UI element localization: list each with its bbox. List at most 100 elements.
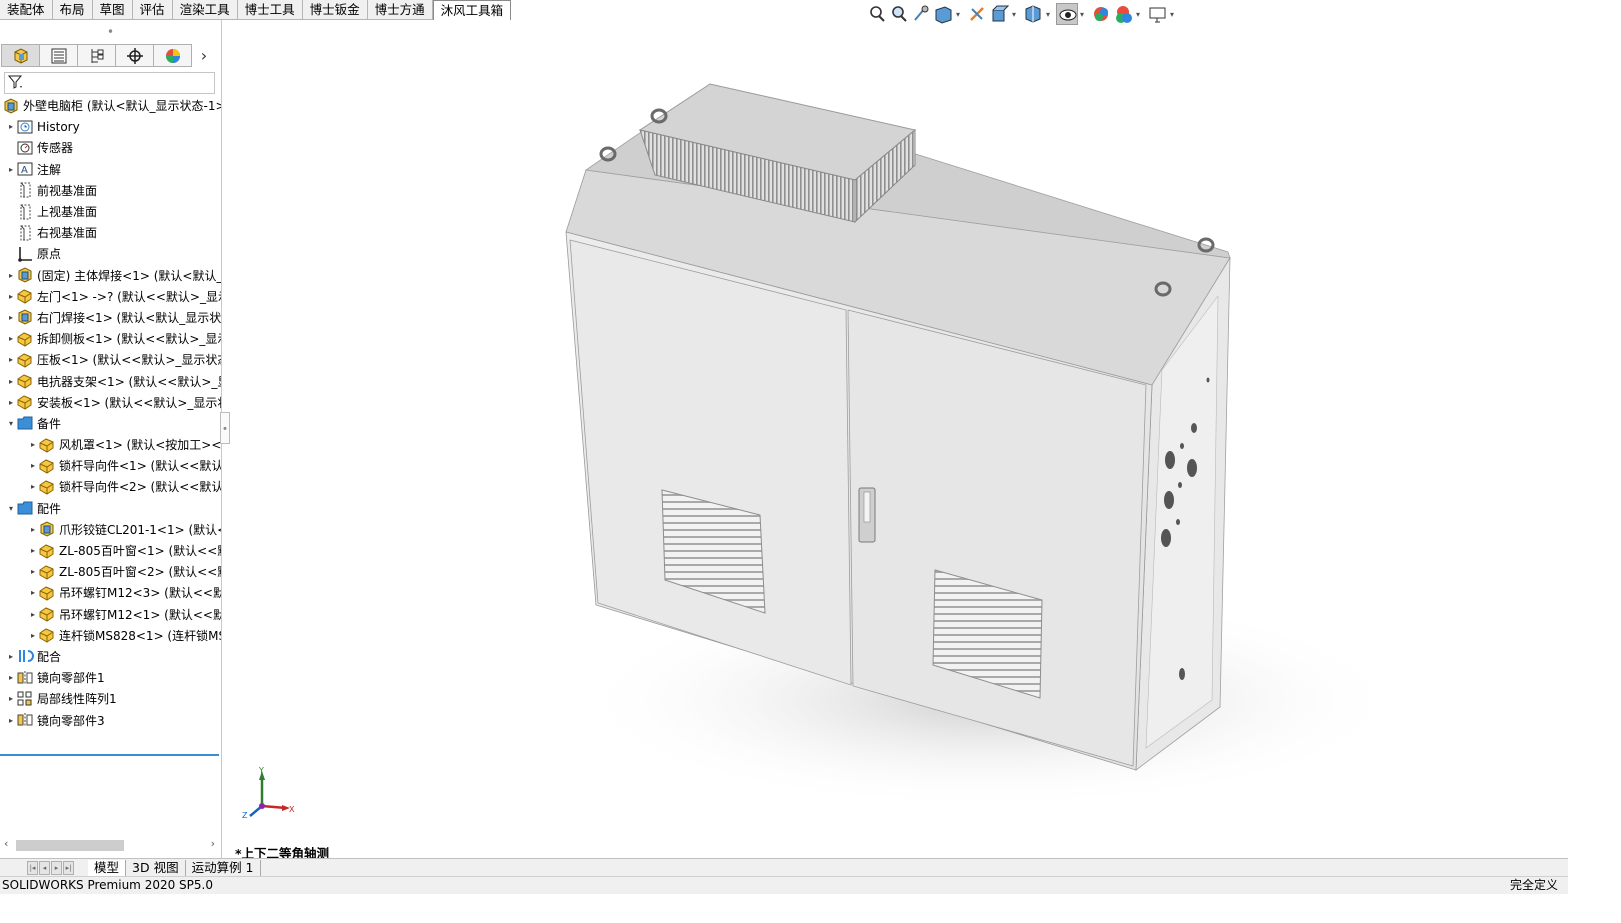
tree-item[interactable]: ▸ 爪形铰链CL201-1<1> (默认<默认_显示状态-1>) bbox=[0, 519, 221, 540]
tree-item[interactable]: ▸ 连杆锁MS828<1> (连杆锁MS828<显示状态 1>) bbox=[0, 625, 221, 646]
tree-expand-icon[interactable]: ▾ bbox=[6, 504, 16, 513]
featuremanager-tab[interactable] bbox=[1, 44, 39, 67]
tree-expand-icon[interactable]: ▸ bbox=[6, 165, 16, 174]
tree-item[interactable]: 上视基准面 bbox=[0, 201, 221, 222]
tree-item-label: 镜向零部件3 bbox=[37, 713, 105, 728]
command-tab[interactable]: 装配体 bbox=[0, 0, 53, 20]
rollback-bar[interactable] bbox=[0, 754, 219, 756]
plane-icon bbox=[16, 224, 34, 242]
tree-item[interactable]: ▸ 锁杆导向件<1> (默认<<默认>_显示状态 1>) bbox=[0, 455, 221, 476]
bottom-tab[interactable]: 模型 bbox=[88, 859, 127, 876]
tree-item[interactable]: ▸ 压板<1> (默认<<默认>_显示状态 1>) bbox=[0, 349, 221, 370]
tree-item[interactable]: ▸ A 注解 bbox=[0, 159, 221, 180]
graphics-area[interactable]: Y X Z bbox=[222, 20, 1568, 858]
part-icon bbox=[38, 542, 56, 560]
subassembly-icon bbox=[38, 520, 56, 538]
tree-expand-icon[interactable]: ▸ bbox=[6, 673, 16, 682]
bottom-tab[interactable]: 3D 视图 bbox=[126, 859, 186, 876]
tree-item[interactable]: ▸ 锁杆导向件<2> (默认<<默认>_显示状态 1>) bbox=[0, 476, 221, 497]
tree-item[interactable]: ▸ 吊环螺钉M12<3> (默认<<默认>_显示状态 1>) bbox=[0, 582, 221, 603]
propertymanager-tab[interactable] bbox=[39, 44, 77, 67]
tree-item[interactable]: 前视基准面 bbox=[0, 180, 221, 201]
scroll-left-icon[interactable]: ‹ bbox=[4, 837, 8, 850]
tree-item[interactable]: ▸ 镜向零部件1 bbox=[0, 667, 221, 688]
tree-item[interactable]: ▾ 备件 bbox=[0, 413, 221, 434]
command-tab[interactable]: 博士方通 bbox=[367, 0, 433, 20]
triad-x-label: X bbox=[289, 805, 295, 814]
panel-grip-handle[interactable]: ⦁ bbox=[0, 20, 221, 42]
tree-item[interactable]: ▸ 局部线性阵列1 bbox=[0, 688, 221, 709]
command-tab[interactable]: 草图 bbox=[92, 0, 133, 20]
command-tab[interactable]: 布局 bbox=[52, 0, 93, 20]
tree-expand-icon[interactable]: ▸ bbox=[28, 610, 38, 619]
dimxpert-tab[interactable] bbox=[115, 44, 153, 67]
tree-item[interactable]: 原点 bbox=[0, 243, 221, 264]
tree-item[interactable]: ▸ (固定) 主体焊接<1> (默认<默认_显示状态-1>) bbox=[0, 265, 221, 286]
tree-expand-icon[interactable]: ▸ bbox=[28, 440, 38, 449]
tree-expand-icon[interactable]: ▸ bbox=[6, 271, 16, 280]
tree-item-label: ZL-805百叶窗<2> (默认<<默认>_显示状态 1>) bbox=[59, 565, 221, 580]
tree-item[interactable]: ▸ ZL-805百叶窗<2> (默认<<默认>_显示状态 1>) bbox=[0, 561, 221, 582]
tree-expand-icon[interactable]: ▾ bbox=[6, 419, 16, 428]
scroll-right-icon[interactable]: › bbox=[211, 837, 215, 850]
tree-item[interactable]: 右视基准面 bbox=[0, 222, 221, 243]
tree-item[interactable]: ▸ 配合 bbox=[0, 646, 221, 667]
tree-expand-icon[interactable]: ▸ bbox=[6, 122, 16, 131]
tree-expand-icon[interactable]: ▸ bbox=[6, 377, 16, 386]
tree-expand-icon[interactable]: ▸ bbox=[6, 334, 16, 343]
configurationmanager-tab[interactable] bbox=[77, 44, 115, 67]
tree-expand-icon[interactable]: ▸ bbox=[6, 716, 16, 725]
tree-horizontal-scrollbar[interactable]: ‹ › bbox=[0, 837, 221, 853]
tree-filter-field[interactable] bbox=[4, 72, 215, 94]
tree-item[interactable]: ▸ 风机罩<1> (默认<按加工><显示状态 1>) bbox=[0, 434, 221, 455]
tree-item-label: 备件 bbox=[37, 416, 62, 431]
tree-item[interactable]: ▸ 安装板<1> (默认<<默认>_显示状态 1>) bbox=[0, 392, 221, 413]
tree-expand-icon[interactable]: ▸ bbox=[28, 461, 38, 470]
tree-item[interactable]: ▸ 吊环螺钉M12<1> (默认<<默认>_显示状态 1>) bbox=[0, 604, 221, 625]
command-tab[interactable]: 博士钣金 bbox=[302, 0, 368, 20]
tree-item[interactable]: ▸ 镜向零部件3 bbox=[0, 709, 221, 730]
tree-item[interactable]: 外壁电脑柜 (默认<默认_显示状态-1>) bbox=[0, 95, 221, 116]
command-tab[interactable]: 渲染工具 bbox=[172, 0, 238, 20]
bottom-tab[interactable]: 运动算例 1 bbox=[186, 859, 261, 876]
tab-next-icon[interactable]: ▸ bbox=[51, 860, 62, 875]
tree-expand-icon[interactable]: ▸ bbox=[6, 398, 16, 407]
more-tabs-chevron-icon[interactable]: › bbox=[191, 44, 216, 67]
mates-icon bbox=[16, 647, 34, 665]
tree-item-label: 吊环螺钉M12<3> (默认<<默认>_显示状态 1>) bbox=[59, 586, 221, 601]
status-bar: SOLIDWORKS Premium 2020 SP5.0 完全定义 bbox=[0, 876, 1568, 894]
tree-item-label: 风机罩<1> (默认<按加工><显示状态 1>) bbox=[59, 438, 221, 453]
tree-expand-icon[interactable]: ▸ bbox=[28, 546, 38, 555]
command-tab[interactable]: 沐风工具箱 bbox=[432, 0, 512, 20]
tree-item[interactable]: ▸ 左门<1> ->? (默认<<默认>_显示状态 1>) bbox=[0, 286, 221, 307]
tree-item[interactable]: 传感器 bbox=[0, 137, 221, 158]
tree-expand-icon[interactable]: ▸ bbox=[28, 567, 38, 576]
manager-tabs: › bbox=[1, 44, 221, 68]
tree-item[interactable]: ▸ 右门焊接<1> (默认<默认_显示状态-1>) bbox=[0, 307, 221, 328]
tree-expand-icon[interactable]: ▸ bbox=[28, 482, 38, 491]
scroll-thumb[interactable] bbox=[16, 840, 124, 851]
tree-expand-icon[interactable]: ▸ bbox=[6, 652, 16, 661]
tree-expand-icon[interactable]: ▸ bbox=[28, 631, 38, 640]
tree-expand-icon[interactable]: ▸ bbox=[28, 525, 38, 534]
subassembly-icon bbox=[16, 266, 34, 284]
tree-item[interactable]: ▾ 配件 bbox=[0, 498, 221, 519]
tree-item-label: History bbox=[37, 119, 80, 134]
command-tab[interactable]: 评估 bbox=[132, 0, 173, 20]
command-tab[interactable]: 博士工具 bbox=[237, 0, 303, 20]
tree-item[interactable]: ▸ ZL-805百叶窗<1> (默认<<默认>_显示状态 1>) bbox=[0, 540, 221, 561]
tree-expand-icon[interactable]: ▸ bbox=[6, 292, 16, 301]
tree-expand-icon[interactable]: ▸ bbox=[6, 313, 16, 322]
displaymanager-tab[interactable] bbox=[153, 44, 191, 67]
tree-item[interactable]: ▸ 拆卸侧板<1> (默认<<默认>_显示状态 1>) bbox=[0, 328, 221, 349]
assembly-icon bbox=[2, 97, 20, 115]
part-icon bbox=[16, 330, 34, 348]
tab-last-icon[interactable]: ▸| bbox=[63, 860, 74, 875]
tab-first-icon[interactable]: |◂ bbox=[27, 860, 38, 875]
tree-item[interactable]: ▸ History bbox=[0, 116, 221, 137]
tree-item[interactable]: ▸ 电抗器支架<1> (默认<<默认>_显示状态 1>) bbox=[0, 370, 221, 391]
tree-expand-icon[interactable]: ▸ bbox=[28, 588, 38, 597]
tree-expand-icon[interactable]: ▸ bbox=[6, 355, 16, 364]
tab-prev-icon[interactable]: ◂ bbox=[39, 860, 50, 875]
tree-expand-icon[interactable]: ▸ bbox=[6, 694, 16, 703]
